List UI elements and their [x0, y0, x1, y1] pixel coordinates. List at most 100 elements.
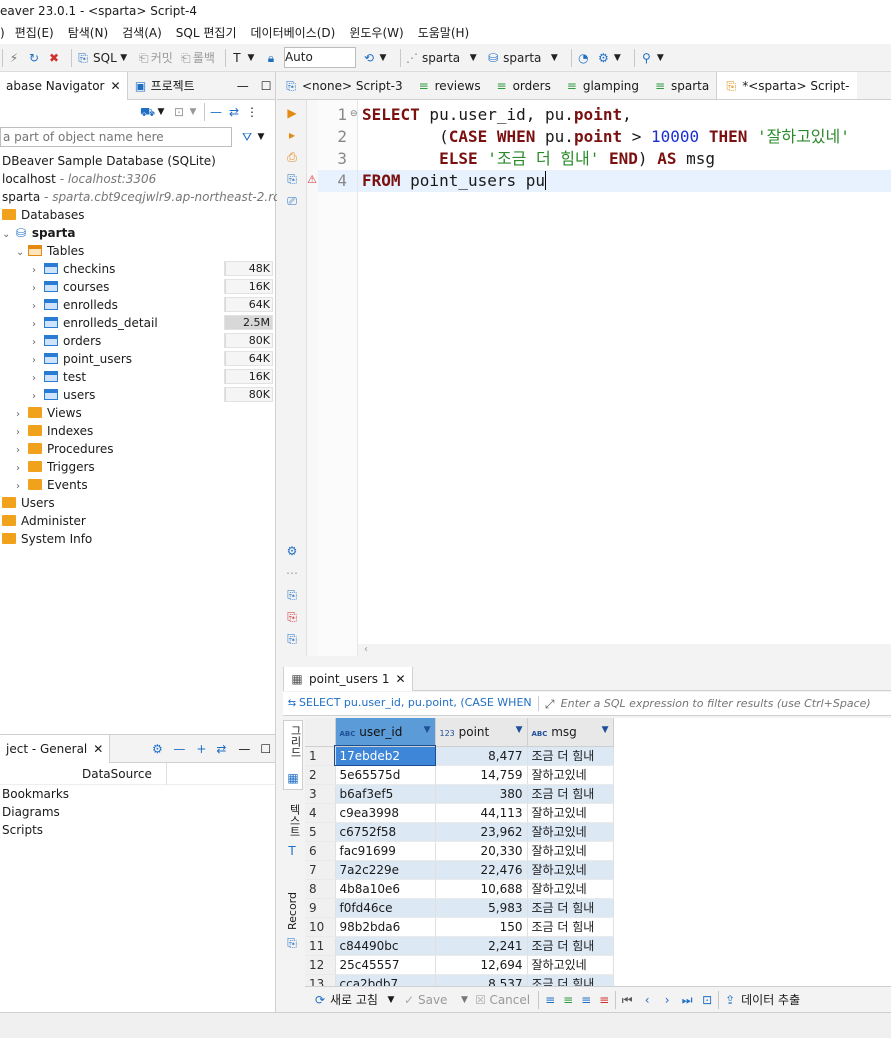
tree-table-courses[interactable]: › courses 16K	[0, 278, 276, 296]
object-item-bookmarks[interactable]: Bookmarks	[0, 785, 275, 803]
import-icon[interactable]: ⎘	[285, 610, 299, 624]
row-number-cell[interactable]: 2	[305, 765, 336, 785]
msg-cell[interactable]: 잘하고있네	[527, 822, 614, 842]
settings-icon[interactable]: ⚙	[285, 544, 299, 558]
menu-item-sql-editor[interactable]: SQL 편집기	[176, 22, 237, 44]
side-tab-record[interactable]: Record ⎘	[283, 890, 303, 960]
chevron-down-icon[interactable]: ▼	[384, 993, 398, 1007]
format-icon[interactable]: ⎘	[285, 632, 299, 646]
maximize-icon[interactable]: ☐	[260, 742, 271, 756]
tab-orders[interactable]: ≡ orders	[488, 72, 558, 99]
table-row[interactable]: 9 f0fd46ce 5,983 조금 더 힘내	[305, 898, 614, 918]
user-id-cell[interactable]: c6752f58	[335, 822, 436, 842]
tree-table-point-users[interactable]: › point_users 64K	[0, 350, 276, 368]
table-row[interactable]: 6 fac91699 20,330 잘하고있네	[305, 841, 614, 861]
table-row[interactable]: 1 17ebdeb2 8,477 조금 더 힘내	[305, 745, 614, 766]
close-icon[interactable]: ✕	[93, 742, 103, 756]
menu-item-search[interactable]: 검색(A)	[122, 22, 162, 44]
msg-cell[interactable]: 조금 더 힘내	[527, 936, 614, 956]
row-number-cell[interactable]: 4	[305, 803, 336, 823]
msg-cell[interactable]: 잘하고있네	[527, 955, 614, 975]
last-page-icon[interactable]: ⏭	[680, 993, 694, 1007]
chevron-down-icon[interactable]: ▼	[117, 51, 131, 65]
object-item-scripts[interactable]: Scripts	[0, 821, 275, 839]
delete-row-icon[interactable]: ≡	[597, 993, 611, 1007]
table-row[interactable]: 4 c9ea3998 44,113 잘하고있네	[305, 803, 614, 823]
more-icon[interactable]: ⋮	[245, 105, 259, 119]
tab-reviews[interactable]: ≡ reviews	[410, 72, 488, 99]
tab-projects[interactable]: ▣ 프로젝트	[128, 72, 201, 100]
point-cell[interactable]: 20,330	[435, 841, 528, 861]
tab-script-4[interactable]: ⎘ *<sparta> Script-	[716, 72, 857, 99]
tree-folder-events[interactable]: › Events	[0, 476, 276, 494]
chevron-down-icon[interactable]: ▼	[186, 105, 200, 119]
fetch-all-icon[interactable]: ⊡	[700, 993, 714, 1007]
point-cell[interactable]: 14,759	[435, 765, 528, 785]
table-row[interactable]: 7 7a2c229e 22,476 잘하고있네	[305, 860, 614, 880]
next-page-icon[interactable]: ›	[660, 993, 674, 1007]
table-row[interactable]: 11 c84490bc 2,241 조금 더 힘내	[305, 936, 614, 956]
point-cell[interactable]: 150	[435, 917, 528, 937]
add-row-icon[interactable]: ≡	[561, 993, 575, 1007]
auto-commit-box[interactable]: Auto	[283, 47, 356, 68]
tree-table-test[interactable]: › test 16K	[0, 368, 276, 386]
query-preview[interactable]: ⇆ SELECT pu.user_id, pu.point, (CASE WHEN	[285, 696, 539, 711]
msg-cell[interactable]: 잘하고있네	[527, 803, 614, 823]
reconnect-icon[interactable]: ↻	[27, 51, 41, 65]
user-id-cell[interactable]: b6af3ef5	[335, 784, 436, 804]
table-row[interactable]: 5 c6752f58 23,962 잘하고있네	[305, 822, 614, 842]
sql-editor[interactable]: SELECT pu.user_id, pu.point, (CASE WHEN …	[358, 100, 891, 644]
msg-cell[interactable]: 잘하고있네	[527, 879, 614, 899]
export-data-button-label[interactable]: 데이터 추출	[741, 991, 800, 1008]
history-button[interactable]: ⟲ ▼	[362, 51, 390, 65]
transaction-mode-button[interactable]: T ▼	[230, 51, 258, 65]
row-number-cell[interactable]: 5	[305, 822, 336, 842]
tree-connection-sparta[interactable]: sparta - sparta.cbt9ceqjwlr9.ap-northeas…	[0, 188, 310, 206]
connect-icon[interactable]: ⚡	[7, 51, 21, 65]
sort-icon[interactable]: ▼	[602, 725, 609, 735]
tab-database-navigator[interactable]: abase Navigator ✕	[0, 71, 128, 100]
tree-administer[interactable]: Administer	[0, 512, 276, 530]
side-tab-text[interactable]: 텍스트 T	[283, 802, 303, 862]
tab-sparta[interactable]: ≡ sparta	[646, 72, 716, 99]
link-editor-icon[interactable]: ⇄	[227, 105, 241, 119]
point-cell[interactable]: 44,113	[435, 803, 528, 823]
table-row[interactable]: 3 b6af3ef5 380 조금 더 힘내	[305, 784, 614, 804]
terminal-icon[interactable]: ⎚	[285, 194, 299, 208]
copy-row-icon[interactable]: ≡	[579, 993, 593, 1007]
chevron-down-icon[interactable]: ▼	[610, 51, 624, 65]
user-id-cell[interactable]: c9ea3998	[335, 803, 436, 823]
disconnect-icon[interactable]: ✖	[47, 51, 61, 65]
tree-table-enrolleds-detail[interactable]: › enrolleds_detail 2.5M	[0, 314, 276, 332]
tab-script-3[interactable]: ⎘ <none> Script-3	[277, 72, 410, 99]
settings-icon[interactable]: ⚙	[150, 742, 164, 756]
row-number-cell[interactable]: 9	[305, 898, 336, 918]
user-id-cell[interactable]: 7a2c229e	[335, 860, 436, 880]
save-icon[interactable]: ✓	[402, 993, 416, 1007]
chevron-down-icon[interactable]: ▼	[154, 105, 168, 119]
chevron-down-icon[interactable]: ▼	[653, 51, 667, 65]
edit-cell-icon[interactable]: ≡	[543, 993, 557, 1007]
filter-icon[interactable]: ⛛	[240, 130, 254, 144]
msg-cell[interactable]: 잘하고있네	[527, 860, 614, 880]
chevron-down-icon[interactable]: ▼	[254, 130, 268, 144]
collapse-all-icon[interactable]: —	[209, 105, 223, 119]
tree-table-users[interactable]: › users 80K	[0, 386, 276, 404]
user-id-cell[interactable]: 4b8a10e6	[335, 879, 436, 899]
fold-icon[interactable]: ⊖	[350, 109, 358, 119]
cancel-icon[interactable]: ☒	[473, 993, 487, 1007]
column-header-user-id[interactable]: ABC user_id ▼	[335, 718, 436, 747]
link-icon[interactable]: ⇄	[214, 742, 228, 756]
export-icon[interactable]: ⎘	[285, 588, 299, 602]
point-cell[interactable]: 23,962	[435, 822, 528, 842]
collapse-icon[interactable]: —	[172, 742, 186, 756]
expand-icon[interactable]: ⤢	[543, 697, 557, 711]
rollback-button[interactable]: ⎗ 롤백	[179, 49, 215, 66]
explain-plan-icon[interactable]: ⎘	[285, 172, 299, 186]
msg-cell[interactable]: 잘하고있네	[527, 841, 614, 861]
new-connection-icon[interactable]: ⛟	[140, 105, 155, 119]
editor-horizontal-scrollbar[interactable]: ‹	[358, 644, 891, 658]
sql-editor-button[interactable]: ⎘ SQL ▼	[76, 51, 131, 65]
export-data-icon[interactable]: ⇪	[723, 993, 737, 1007]
close-icon[interactable]: ✕	[395, 672, 405, 686]
